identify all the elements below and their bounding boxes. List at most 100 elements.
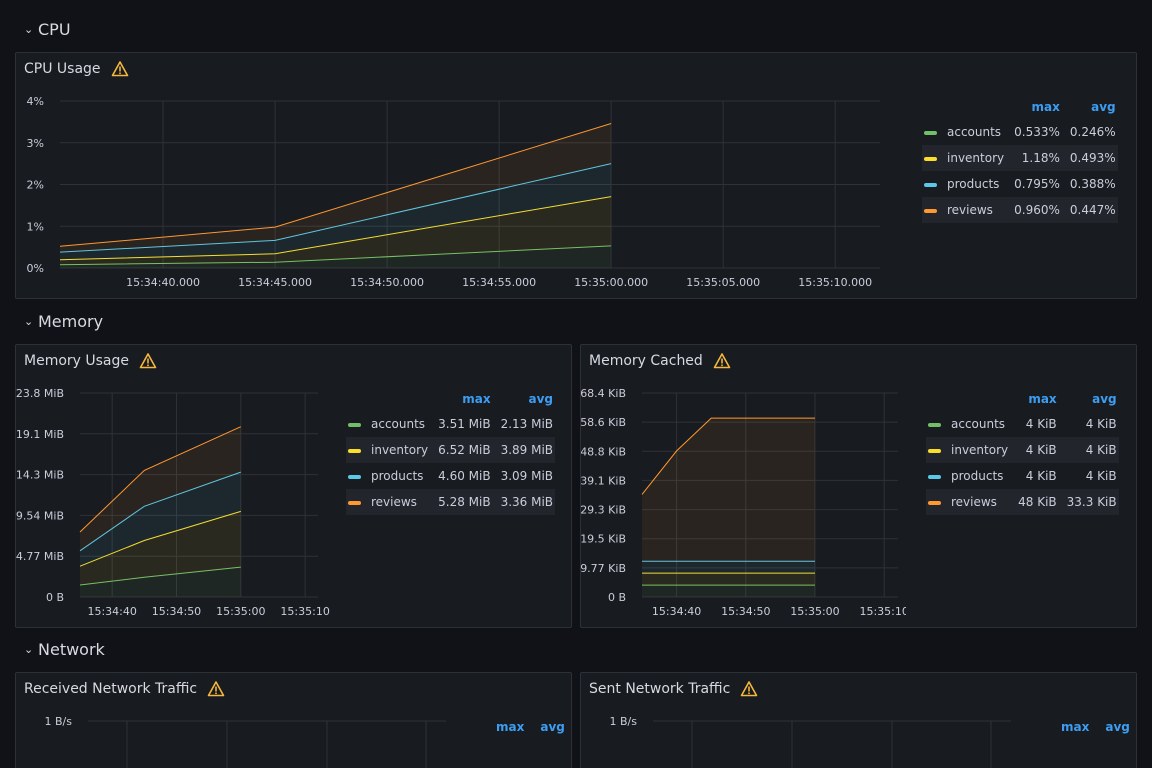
x-tick-label: 15:35:00.000 bbox=[574, 276, 648, 289]
panel-received-network-traffic: Received Network Traffic 1 B/s max avg bbox=[15, 672, 572, 768]
legend-swatch bbox=[348, 448, 361, 453]
legend-row-reviews[interactable]: reviews 48 KiB 33.3 KiB bbox=[926, 489, 1119, 515]
panel-title: Memory Cached bbox=[589, 353, 703, 369]
legend-row-products[interactable]: products 4.60 MiB 3.09 MiB bbox=[346, 463, 555, 489]
panel-header[interactable]: CPU Usage bbox=[24, 59, 129, 79]
legend-label[interactable]: reviews bbox=[949, 489, 1011, 515]
legend-header-max[interactable]: max bbox=[430, 387, 492, 411]
memory-cached-chart[interactable]: 0 B 9.77 KiB 19.5 KiB 29.3 KiB 39.1 KiB 48.8 … bbox=[581, 381, 906, 627]
memory-cached-legend: max avg accounts 4 KiB 4 KiB inventory 4… bbox=[926, 387, 1119, 515]
legend-avg: 4 KiB bbox=[1085, 417, 1117, 431]
sent-network-chart[interactable]: 1 B/s bbox=[581, 709, 1031, 768]
legend-label[interactable]: reviews bbox=[945, 197, 1007, 223]
legend-avg: 0.388% bbox=[1069, 177, 1116, 191]
legend-row-products[interactable]: products 0.795% 0.388% bbox=[922, 171, 1118, 197]
legend-header-avg[interactable]: avg bbox=[493, 387, 555, 411]
legend-max: 0.795% bbox=[1014, 177, 1060, 191]
chevron-down-icon: ⌄ bbox=[24, 314, 34, 328]
chevron-down-icon: ⌄ bbox=[24, 642, 34, 656]
panel-title: Memory Usage bbox=[24, 353, 130, 369]
legend-row-inventory[interactable]: inventory 6.52 MiB 3.89 MiB bbox=[346, 437, 556, 463]
y-tick-label: 4.77 MiB bbox=[16, 550, 64, 563]
warning-icon[interactable] bbox=[713, 352, 731, 370]
legend-max: 3.51 MiB bbox=[438, 417, 491, 431]
legend-row-accounts[interactable]: accounts 0.533% 0.246% bbox=[922, 119, 1118, 145]
legend-header-max[interactable]: max bbox=[1047, 715, 1091, 739]
legend-max: 1.18% bbox=[1006, 145, 1062, 171]
series-area-accounts bbox=[642, 585, 815, 597]
cpu-usage-legend: max avg accounts 0.533% 0.246% inventory… bbox=[922, 95, 1118, 223]
y-tick-label: 9.77 KiB bbox=[581, 562, 626, 575]
legend-row-products[interactable]: products 4 KiB 4 KiB bbox=[926, 463, 1119, 489]
legend-header-max[interactable]: max bbox=[482, 715, 526, 739]
x-tick-label: 15:34:50 bbox=[152, 605, 201, 618]
legend-max: 4.60 MiB bbox=[438, 469, 491, 483]
legend-label[interactable]: products bbox=[945, 171, 1006, 197]
legend-swatch bbox=[924, 130, 937, 135]
legend-row-reviews[interactable]: reviews 0.960% 0.447% bbox=[922, 197, 1118, 223]
legend-label[interactable]: accounts bbox=[945, 119, 1006, 145]
panel-header[interactable]: Received Network Traffic bbox=[24, 679, 225, 699]
legend-label[interactable]: inventory bbox=[949, 437, 1011, 463]
legend-header-avg[interactable]: avg bbox=[1091, 715, 1132, 739]
y-tick-label: 2% bbox=[27, 179, 44, 192]
panel-memory-cached: Memory Cached 0 B 9.77 KiB 19.5 KiB 29.3 Ki… bbox=[580, 344, 1137, 628]
row-header-cpu[interactable]: ⌄ CPU bbox=[24, 17, 71, 41]
legend-label[interactable]: inventory bbox=[945, 145, 1007, 171]
legend-row-inventory[interactable]: inventory 1.18% 0.493% bbox=[922, 145, 1118, 171]
memory-usage-chart[interactable]: 0 B 4.77 MiB 9.54 MiB 14.3 MiB 19.1 MiB 23.8 … bbox=[16, 381, 336, 627]
legend-avg: 3.36 MiB bbox=[492, 489, 556, 515]
row-title: CPU bbox=[38, 19, 71, 39]
x-tick-label: 15:35:00 bbox=[790, 605, 839, 618]
legend-row-accounts[interactable]: accounts 3.51 MiB 2.13 MiB bbox=[346, 411, 555, 437]
warning-icon[interactable] bbox=[740, 680, 758, 698]
panel-title: Received Network Traffic bbox=[24, 681, 198, 697]
warning-icon[interactable] bbox=[207, 680, 225, 698]
legend-row-reviews[interactable]: reviews 5.28 MiB 3.36 MiB bbox=[346, 489, 556, 515]
cpu-usage-chart[interactable]: 0% 1% 2% 3% 4% 15:34:40.000 15:34:45.000 15:34:… bbox=[16, 89, 896, 299]
panel-memory-usage: Memory Usage 0 B 4.77 MiB 9.54 MiB 14.3 MiB… bbox=[15, 344, 572, 628]
legend-label[interactable]: accounts bbox=[369, 411, 430, 437]
legend-header-max[interactable]: max bbox=[1006, 95, 1062, 119]
legend-label[interactable]: reviews bbox=[369, 489, 431, 515]
panel-title: CPU Usage bbox=[24, 61, 101, 77]
legend-label[interactable]: inventory bbox=[369, 437, 431, 463]
legend-max: 4 KiB bbox=[1010, 437, 1059, 463]
series-area-reviews bbox=[642, 418, 815, 562]
y-tick-label: 0% bbox=[27, 262, 44, 275]
legend-swatch bbox=[928, 422, 941, 427]
legend-row-inventory[interactable]: inventory 4 KiB 4 KiB bbox=[926, 437, 1119, 463]
legend-header-max[interactable]: max bbox=[1010, 387, 1059, 411]
y-tick-label: 3% bbox=[27, 137, 44, 150]
memory-usage-legend: max avg accounts 3.51 MiB 2.13 MiB inven… bbox=[346, 387, 556, 515]
panel-header[interactable]: Memory Usage bbox=[24, 351, 157, 371]
warning-icon[interactable] bbox=[111, 60, 129, 78]
panel-cpu-usage: CPU Usage 0% 1% 2% 3% 4% 15:34:40.000 15:34:45… bbox=[15, 52, 1137, 299]
legend-swatch bbox=[928, 500, 941, 505]
warning-icon[interactable] bbox=[139, 352, 157, 370]
legend-header-avg[interactable]: avg bbox=[526, 715, 567, 739]
x-tick-label: 15:35:10 bbox=[280, 605, 329, 618]
row-header-memory[interactable]: ⌄ Memory bbox=[24, 309, 103, 333]
panel-header[interactable]: Memory Cached bbox=[589, 351, 731, 371]
legend-label[interactable]: accounts bbox=[949, 411, 1010, 437]
legend-label[interactable]: products bbox=[949, 463, 1010, 489]
panel-title: Sent Network Traffic bbox=[589, 681, 731, 697]
legend-avg: 0.246% bbox=[1069, 125, 1116, 139]
legend-avg: 3.89 MiB bbox=[492, 437, 556, 463]
legend-header-avg[interactable]: avg bbox=[1059, 387, 1119, 411]
legend-avg: 4 KiB bbox=[1085, 469, 1117, 483]
legend-swatch bbox=[924, 208, 937, 213]
row-header-network[interactable]: ⌄ Network bbox=[24, 637, 105, 661]
panel-header[interactable]: Sent Network Traffic bbox=[589, 679, 758, 699]
legend-label[interactable]: products bbox=[369, 463, 430, 489]
x-tick-label: 15:34:40.000 bbox=[126, 276, 200, 289]
legend-row-accounts[interactable]: accounts 4 KiB 4 KiB bbox=[926, 411, 1119, 437]
y-tick-label: 29.3 KiB bbox=[581, 504, 626, 517]
legend-swatch bbox=[348, 474, 361, 479]
legend-swatch bbox=[928, 448, 941, 453]
y-tick-label: 4% bbox=[27, 95, 44, 108]
x-tick-label: 15:34:40 bbox=[652, 605, 701, 618]
received-network-chart[interactable]: 1 B/s bbox=[16, 709, 466, 768]
legend-header-avg[interactable]: avg bbox=[1062, 95, 1118, 119]
